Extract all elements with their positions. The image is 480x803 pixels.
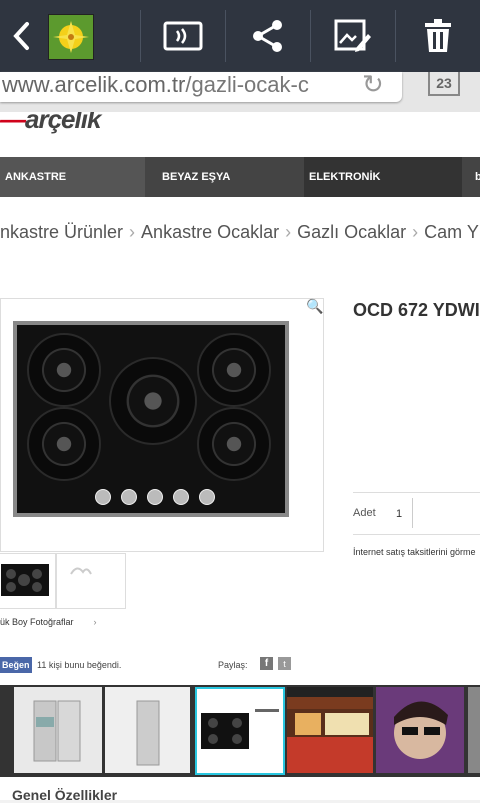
twitter-share-icon[interactable]: t xyxy=(278,657,291,670)
product-image[interactable] xyxy=(0,298,324,552)
filmstrip-item[interactable] xyxy=(105,687,190,773)
breadcrumb-item[interactable]: Cam Yüz xyxy=(424,222,480,242)
chevron-right-icon: › xyxy=(412,222,419,242)
edit-button[interactable] xyxy=(311,0,395,72)
facebook-share-icon[interactable]: f xyxy=(260,657,273,670)
gallery-toolbar xyxy=(0,0,480,72)
quantity-input[interactable]: 1 xyxy=(396,508,402,520)
like-count: 11 kişi bunu beğendi. xyxy=(37,660,122,670)
breadcrumb-item[interactable]: Ankastre Ocaklar xyxy=(141,222,279,242)
nav-item-beyaz-esya[interactable]: BEYAZ EŞYA xyxy=(157,157,302,197)
filmstrip-item-selected[interactable] xyxy=(195,687,285,775)
big-photos-link[interactable]: ük Boy Fotoğraflar › xyxy=(0,617,97,627)
breadcrumb-item[interactable]: nkastre Ürünler xyxy=(0,222,123,242)
cooktop-photo xyxy=(13,321,289,517)
filmstrip-item[interactable] xyxy=(287,687,373,773)
screen-mirroring-icon xyxy=(163,21,203,51)
chevron-right-icon: › xyxy=(285,222,292,242)
url-field[interactable]: www.arcelik.com.tr/gazli-ocak-c ↻ xyxy=(0,72,402,102)
zoom-icon[interactable]: 🔍 xyxy=(306,298,323,315)
quantity-label: Adet xyxy=(353,507,376,519)
browser-address-bar: www.arcelik.com.tr/gazli-ocak-c ↻ 23 xyxy=(0,72,480,112)
url-path: /gazli-ocak-c xyxy=(185,72,309,97)
filmstrip-item[interactable] xyxy=(14,687,102,773)
breadcrumb: nkastre Ürünler › Ankastre Ocaklar › Gazlı O… xyxy=(0,222,480,243)
url-host: www.arcelik.com.tr xyxy=(2,72,186,97)
delete-button[interactable] xyxy=(396,0,480,72)
chevron-right-icon: › xyxy=(129,222,136,242)
share-icon xyxy=(253,20,282,52)
screen-mirroring-button[interactable] xyxy=(141,0,225,72)
trash-icon xyxy=(425,19,451,52)
site-logo[interactable]: —arçelik xyxy=(0,112,101,135)
back-chevron-icon xyxy=(13,22,29,50)
edit-image-icon xyxy=(334,19,371,52)
filmstrip-item[interactable] xyxy=(376,687,464,773)
back-button[interactable] xyxy=(0,0,44,72)
reload-icon[interactable]: ↻ xyxy=(362,72,384,97)
facebook-like-button[interactable]: Beğen xyxy=(0,657,32,673)
installment-link[interactable]: İnternet satış taksitlerini görme xyxy=(353,547,476,557)
section-title: Genel Özellikler xyxy=(12,787,118,803)
chevron-right-icon: › xyxy=(93,617,97,627)
thumbnail-flame[interactable] xyxy=(56,553,126,609)
nav-item-elektronik[interactable]: ELEKTRONİK xyxy=(304,157,462,197)
nav-item-ankastre[interactable]: ANKASTRE xyxy=(0,157,145,197)
tabs-count-button[interactable]: 23 xyxy=(428,72,460,96)
gallery-filmstrip xyxy=(0,685,480,777)
product-title: OCD 672 YDWI xyxy=(353,300,480,320)
nav-item-more[interactable]: b xyxy=(470,157,480,197)
filmstrip-item[interactable] xyxy=(468,687,480,773)
share-label: Paylaş: xyxy=(218,660,248,670)
page-footer: Genel Özellikler xyxy=(0,777,480,803)
gallery-thumbnail-icon[interactable] xyxy=(48,14,94,60)
share-button[interactable] xyxy=(226,0,310,72)
breadcrumb-item[interactable]: Gazlı Ocaklar xyxy=(297,222,406,242)
thumbnail-cooktop[interactable] xyxy=(0,553,56,609)
main-nav: ANKASTRE BEYAZ EŞYA ELEKTRONİK b xyxy=(0,157,480,197)
